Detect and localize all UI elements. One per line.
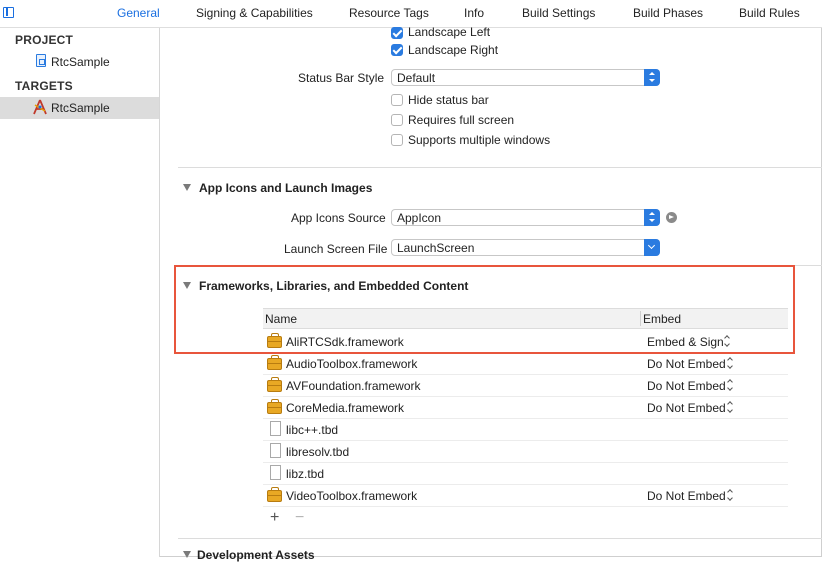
tab-build-phases[interactable]: Build Phases [633,6,703,20]
row-name: libz.tbd [286,467,325,481]
table-row[interactable]: CoreMedia.framework Do Not Embed [263,397,788,419]
sidebar-toggle-icon[interactable] [3,7,14,18]
sidebar-item-project[interactable]: RtcSample [0,51,159,73]
landscape-left-checkbox[interactable] [391,27,403,39]
row-name: AVFoundation.framework [286,379,421,393]
status-bar-style-select[interactable]: Default [391,69,660,86]
targets-header: TARGETS [15,79,73,93]
project-navigator: PROJECT RtcSample TARGETS RtcSample [0,28,160,557]
highlight-annotation-box [174,265,795,354]
document-icon [270,421,281,436]
table-row[interactable]: VideoToolbox.framework Do Not Embed [263,485,788,507]
up-down-icon[interactable] [727,490,735,501]
row-name: CoreMedia.framework [286,401,405,415]
row-name: libc++.tbd [286,423,339,437]
table-row[interactable]: AudioToolbox.framework Do Not Embed [263,353,788,375]
embed-popup[interactable]: Do Not Embed [647,357,726,371]
sidebar-item-target[interactable]: RtcSample [0,97,159,119]
hide-status-bar-label: Hide status bar [408,93,489,107]
row-name: libresolv.tbd [286,445,350,459]
chevron-down-icon [644,239,660,256]
framework-toolbox-icon [267,487,282,502]
embed-popup[interactable]: Do Not Embed [647,379,726,393]
app-icons-source-value: AppIcon [397,211,442,225]
table-row[interactable]: libc++.tbd [263,419,788,441]
app-target-icon [33,99,47,115]
embed-popup[interactable]: Do Not Embed [647,401,726,415]
disclosure-triangle-icon[interactable] [183,184,191,191]
up-down-icon[interactable] [727,380,735,391]
framework-toolbox-icon [267,377,282,392]
add-button[interactable]: + [270,509,279,527]
project-header: PROJECT [15,33,74,47]
status-bar-style-value: Default [397,71,436,85]
sidebar-item-label: RtcSample [51,55,110,69]
tab-info[interactable]: Info [464,6,484,20]
remove-button[interactable]: − [295,509,304,527]
tab-build-settings[interactable]: Build Settings [522,6,595,20]
up-down-icon[interactable] [727,402,735,413]
framework-toolbox-icon [267,355,282,370]
document-icon [270,443,281,458]
editor-tab-bar: General Signing & Capabilities Resource … [0,0,822,28]
framework-toolbox-icon [267,399,282,414]
landscape-left-label: Landscape Left [408,25,491,39]
launch-screen-label: Launch Screen File [284,242,388,256]
document-icon [270,465,281,480]
landscape-right-checkbox[interactable] [391,44,403,56]
row-name: AudioToolbox.framework [286,357,418,371]
section-divider [178,167,822,168]
sidebar-item-label: RtcSample [51,101,110,115]
hide-status-bar-checkbox[interactable] [391,94,403,106]
tab-signing-capabilities[interactable]: Signing & Capabilities [196,6,313,20]
go-arrow-icon[interactable] [666,212,677,223]
section-divider [178,538,822,539]
multiple-windows-label: Supports multiple windows [408,133,551,147]
embed-popup[interactable]: Do Not Embed [647,489,726,503]
up-down-icon [644,209,660,226]
launch-screen-value: LaunchScreen [397,241,475,255]
up-down-icon[interactable] [727,358,735,369]
requires-full-screen-checkbox[interactable] [391,114,403,126]
launch-screen-select[interactable]: LaunchScreen [391,239,660,256]
table-row[interactable]: libz.tbd [263,463,788,485]
up-down-icon [644,69,660,86]
multiple-windows-checkbox[interactable] [391,134,403,146]
table-row[interactable]: libresolv.tbd [263,441,788,463]
app-icons-section-title: App Icons and Launch Images [199,181,373,195]
status-bar-style-label: Status Bar Style [298,71,385,85]
row-name: VideoToolbox.framework [286,489,418,503]
tab-general[interactable]: General [117,6,160,20]
tab-build-rules[interactable]: Build Rules [739,6,800,20]
landscape-right-label: Landscape Right [408,43,499,57]
app-icons-source-label: App Icons Source [291,211,386,225]
table-row[interactable]: AVFoundation.framework Do Not Embed [263,375,788,397]
project-file-icon [36,54,46,67]
requires-full-screen-label: Requires full screen [408,113,515,127]
development-assets-section-title: Development Assets [197,548,315,562]
app-icons-source-select[interactable]: AppIcon [391,209,660,226]
tab-resource-tags[interactable]: Resource Tags [349,6,429,20]
